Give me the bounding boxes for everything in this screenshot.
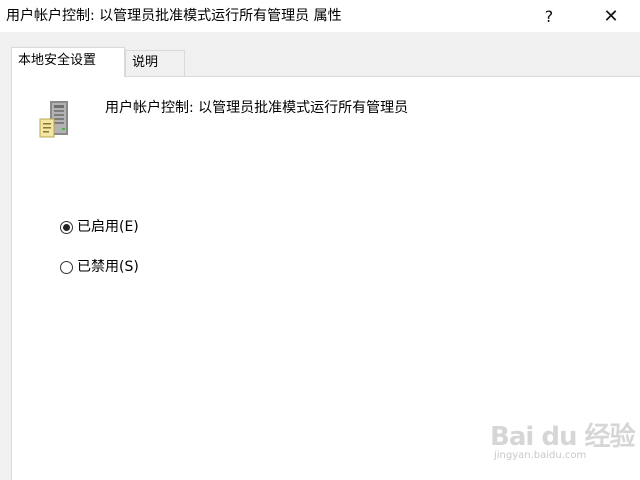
radio-disabled-indicator[interactable]: [60, 260, 73, 274]
tab-label: 说明: [132, 55, 159, 70]
tab-label: 本地安全设置: [18, 53, 97, 68]
tab-panel: 用户帐户控制: 以管理员批准模式运行所有管理员 已启用(E) 已禁用(S): [11, 76, 640, 480]
properties-window: 用户帐户控制: 以管理员批准模式运行所有管理员 属性 ? ✕ 本地安全设置 说明: [0, 0, 640, 480]
help-icon: ?: [544, 6, 554, 26]
title-bar[interactable]: 用户帐户控制: 以管理员批准模式运行所有管理员 属性 ? ✕: [0, 0, 640, 32]
server-policy-icon: [39, 101, 68, 138]
radio-enabled-indicator[interactable]: [60, 220, 73, 234]
radio-enabled[interactable]: 已启用(E): [60, 216, 139, 238]
policy-title: 用户帐户控制: 以管理员批准模式运行所有管理员: [105, 100, 409, 116]
window-title: 用户帐户控制: 以管理员批准模式运行所有管理员 属性: [6, 8, 342, 24]
help-button[interactable]: ?: [526, 0, 572, 32]
radio-enabled-label[interactable]: 已启用(E): [77, 218, 139, 236]
close-button[interactable]: ✕: [588, 0, 634, 32]
radio-disabled[interactable]: 已禁用(S): [60, 256, 139, 278]
radio-disabled-label[interactable]: 已禁用(S): [77, 258, 139, 276]
tab-explain[interactable]: 说明: [125, 50, 185, 76]
tab-local-security-setting[interactable]: 本地安全设置: [11, 47, 125, 77]
close-icon: ✕: [603, 5, 619, 27]
